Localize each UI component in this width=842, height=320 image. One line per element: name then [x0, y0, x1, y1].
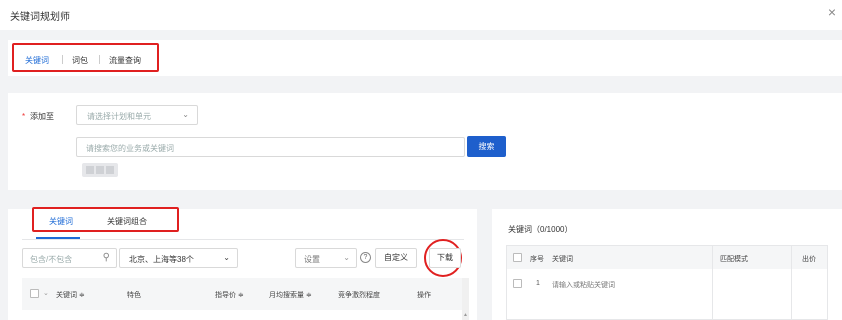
column-divider	[712, 246, 713, 319]
title-bar: 关键词规划师 ×	[0, 0, 842, 30]
region-value: 北京、上海等38个	[129, 255, 194, 264]
chevron-down-icon: ⌄	[343, 253, 350, 262]
scroll-up-icon[interactable]: ▲	[463, 312, 468, 318]
tab-keyword-list[interactable]: 关键词	[49, 216, 73, 227]
keyword-entry-input[interactable]: 请输入或粘贴关键词	[552, 280, 615, 290]
chevron-down-icon[interactable]: ⌄	[43, 289, 49, 297]
custom-columns-button[interactable]: 自定义	[375, 248, 417, 268]
col-actions: 操作	[417, 292, 431, 299]
keyword-search-input[interactable]: 请搜索您的业务或关键词	[76, 137, 465, 157]
result-tabs-highlight: 关键词 关键词组合	[32, 207, 179, 232]
select-all-checkbox[interactable]	[30, 289, 39, 298]
col-monthly-search[interactable]: 月均搜索量 ≑	[269, 290, 312, 300]
plan-unit-placeholder: 请选择计划和单元	[87, 112, 151, 121]
divider	[22, 239, 464, 240]
tab-word-pack[interactable]: 词包	[72, 55, 88, 66]
col-guide-price[interactable]: 指导价 ≑	[215, 290, 244, 300]
include-exclude-filter[interactable]: 包含/不包含 ⚲	[22, 248, 117, 268]
tab-keywords[interactable]: 关键词	[25, 55, 49, 66]
tab-traffic-query[interactable]: 流量查询	[109, 55, 141, 66]
table-scrollbar[interactable]: ▲	[462, 278, 469, 320]
required-mark: *	[22, 112, 26, 121]
plan-unit-select[interactable]: 请选择计划和单元 ⌄	[76, 105, 198, 125]
help-icon[interactable]: ?	[360, 252, 371, 263]
window-title: 关键词规划师	[10, 12, 70, 23]
tab-divider	[62, 55, 63, 64]
keyword-search-placeholder: 请搜索您的业务或关键词	[86, 144, 174, 153]
tab-divider	[99, 55, 100, 64]
top-tab-bar: 关键词 词包 流量查询	[8, 40, 842, 76]
add-to-section: * 添加至 请选择计划和单元 ⌄ 请搜索您的业务或关键词 搜索	[8, 93, 842, 190]
col-index: 序号	[530, 256, 544, 263]
col-keyword[interactable]: 关键词 ≑	[56, 290, 85, 300]
results-table-header: ⌄ 关键词 ≑ 特色 指导价 ≑ 月均搜索量 ≑ 竞争激烈程度 操作	[22, 278, 462, 310]
col-keyword: 关键词	[552, 256, 573, 263]
search-icon: ⚲	[102, 252, 110, 263]
close-icon[interactable]: ×	[828, 4, 836, 20]
keyword-results-panel: 关键词 关键词组合 包含/不包含 ⚲ 北京、上海等38个 ⌄ 设置 ⌄ ? 自定…	[8, 207, 477, 320]
filter-placeholder: 包含/不包含	[30, 255, 73, 264]
column-divider	[791, 246, 792, 319]
col-competition: 竞争激烈程度	[338, 292, 380, 299]
chevron-down-icon: ⌄	[223, 253, 230, 262]
region-select[interactable]: 北京、上海等38个 ⌄	[119, 248, 238, 268]
col-feature: 特色	[127, 292, 141, 299]
settings-value: 设置	[304, 255, 320, 264]
add-to-label: 添加至	[30, 112, 54, 121]
selected-keywords-table: 序号 关键词 匹配模式 出价 1 请输入或粘贴关键词	[506, 245, 828, 320]
search-button[interactable]: 搜索	[467, 136, 506, 157]
chevron-down-icon: ⌄	[182, 110, 189, 119]
col-match-mode: 匹配模式	[720, 256, 748, 263]
row-checkbox[interactable]	[513, 279, 522, 288]
blurred-tag	[82, 163, 118, 177]
selected-keywords-title: 关键词（0/1000）	[508, 225, 573, 234]
selected-table-header: 序号 关键词 匹配模式 出价	[507, 246, 827, 269]
select-all-checkbox[interactable]	[513, 253, 522, 262]
settings-select[interactable]: 设置 ⌄	[295, 248, 357, 268]
tab-keyword-combination[interactable]: 关键词组合	[107, 216, 147, 227]
top-tabs-highlight: 关键词 词包 流量查询	[12, 43, 159, 72]
selected-keywords-panel: 关键词（0/1000） 序号 关键词 匹配模式 出价 1 请输入或粘贴关键词	[492, 209, 842, 320]
download-button[interactable]: 下载	[429, 248, 461, 268]
col-bid: 出价	[802, 256, 816, 263]
row-index: 1	[536, 280, 540, 287]
